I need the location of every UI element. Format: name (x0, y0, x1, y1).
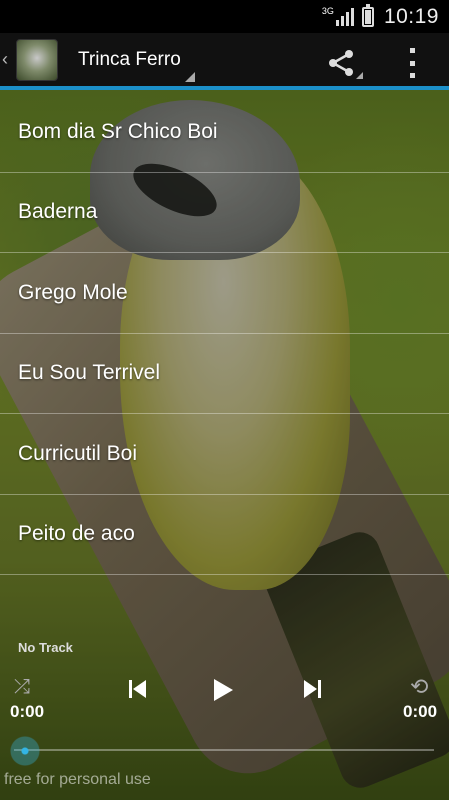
player-controls: ⤮ ⟲ (0, 670, 449, 710)
title-dropdown-indicator-icon (185, 72, 195, 82)
track-item[interactable]: Baderna (0, 173, 449, 253)
seek-bar[interactable] (14, 749, 434, 751)
play-icon[interactable] (211, 678, 235, 702)
share-dropdown-indicator-icon (356, 72, 363, 79)
network-type-label: 3G (321, 6, 334, 16)
clock: 10:19 (383, 4, 439, 28)
track-item[interactable]: Eu Sou Terrivel (0, 334, 449, 414)
next-icon[interactable] (302, 678, 322, 700)
track-item[interactable]: Bom dia Sr Chico Boi (0, 92, 449, 173)
track-list: Bom dia Sr Chico Boi Baderna Grego Mole … (0, 92, 449, 575)
status-bar: 3G 10:19 (0, 0, 449, 33)
app-logo-icon[interactable] (16, 38, 58, 81)
battery-icon (361, 3, 374, 27)
overflow-menu-icon[interactable] (405, 48, 419, 78)
track-item[interactable]: Grego Mole (0, 253, 449, 334)
signal-icon (335, 7, 354, 26)
previous-icon[interactable] (128, 678, 148, 700)
elapsed-time: 0:00 (10, 702, 45, 721)
footer-note: free for personal use (4, 771, 151, 788)
action-bar: ‹ Trinca Ferro (0, 33, 449, 90)
shuffle-icon[interactable]: ⤮ (14, 676, 30, 699)
repeat-icon[interactable]: ⟲ (410, 674, 428, 700)
app-title[interactable]: Trinca Ferro (78, 49, 218, 71)
track-item[interactable]: Peito de aco (0, 495, 449, 575)
current-track-label: No Track (18, 640, 73, 655)
track-item[interactable]: Curricutil Boi (0, 414, 449, 495)
share-icon[interactable] (325, 47, 357, 79)
seek-thumb[interactable] (10, 736, 40, 766)
total-duration: 0:00 (403, 702, 438, 721)
back-chevron-icon[interactable]: ‹ (2, 49, 16, 70)
